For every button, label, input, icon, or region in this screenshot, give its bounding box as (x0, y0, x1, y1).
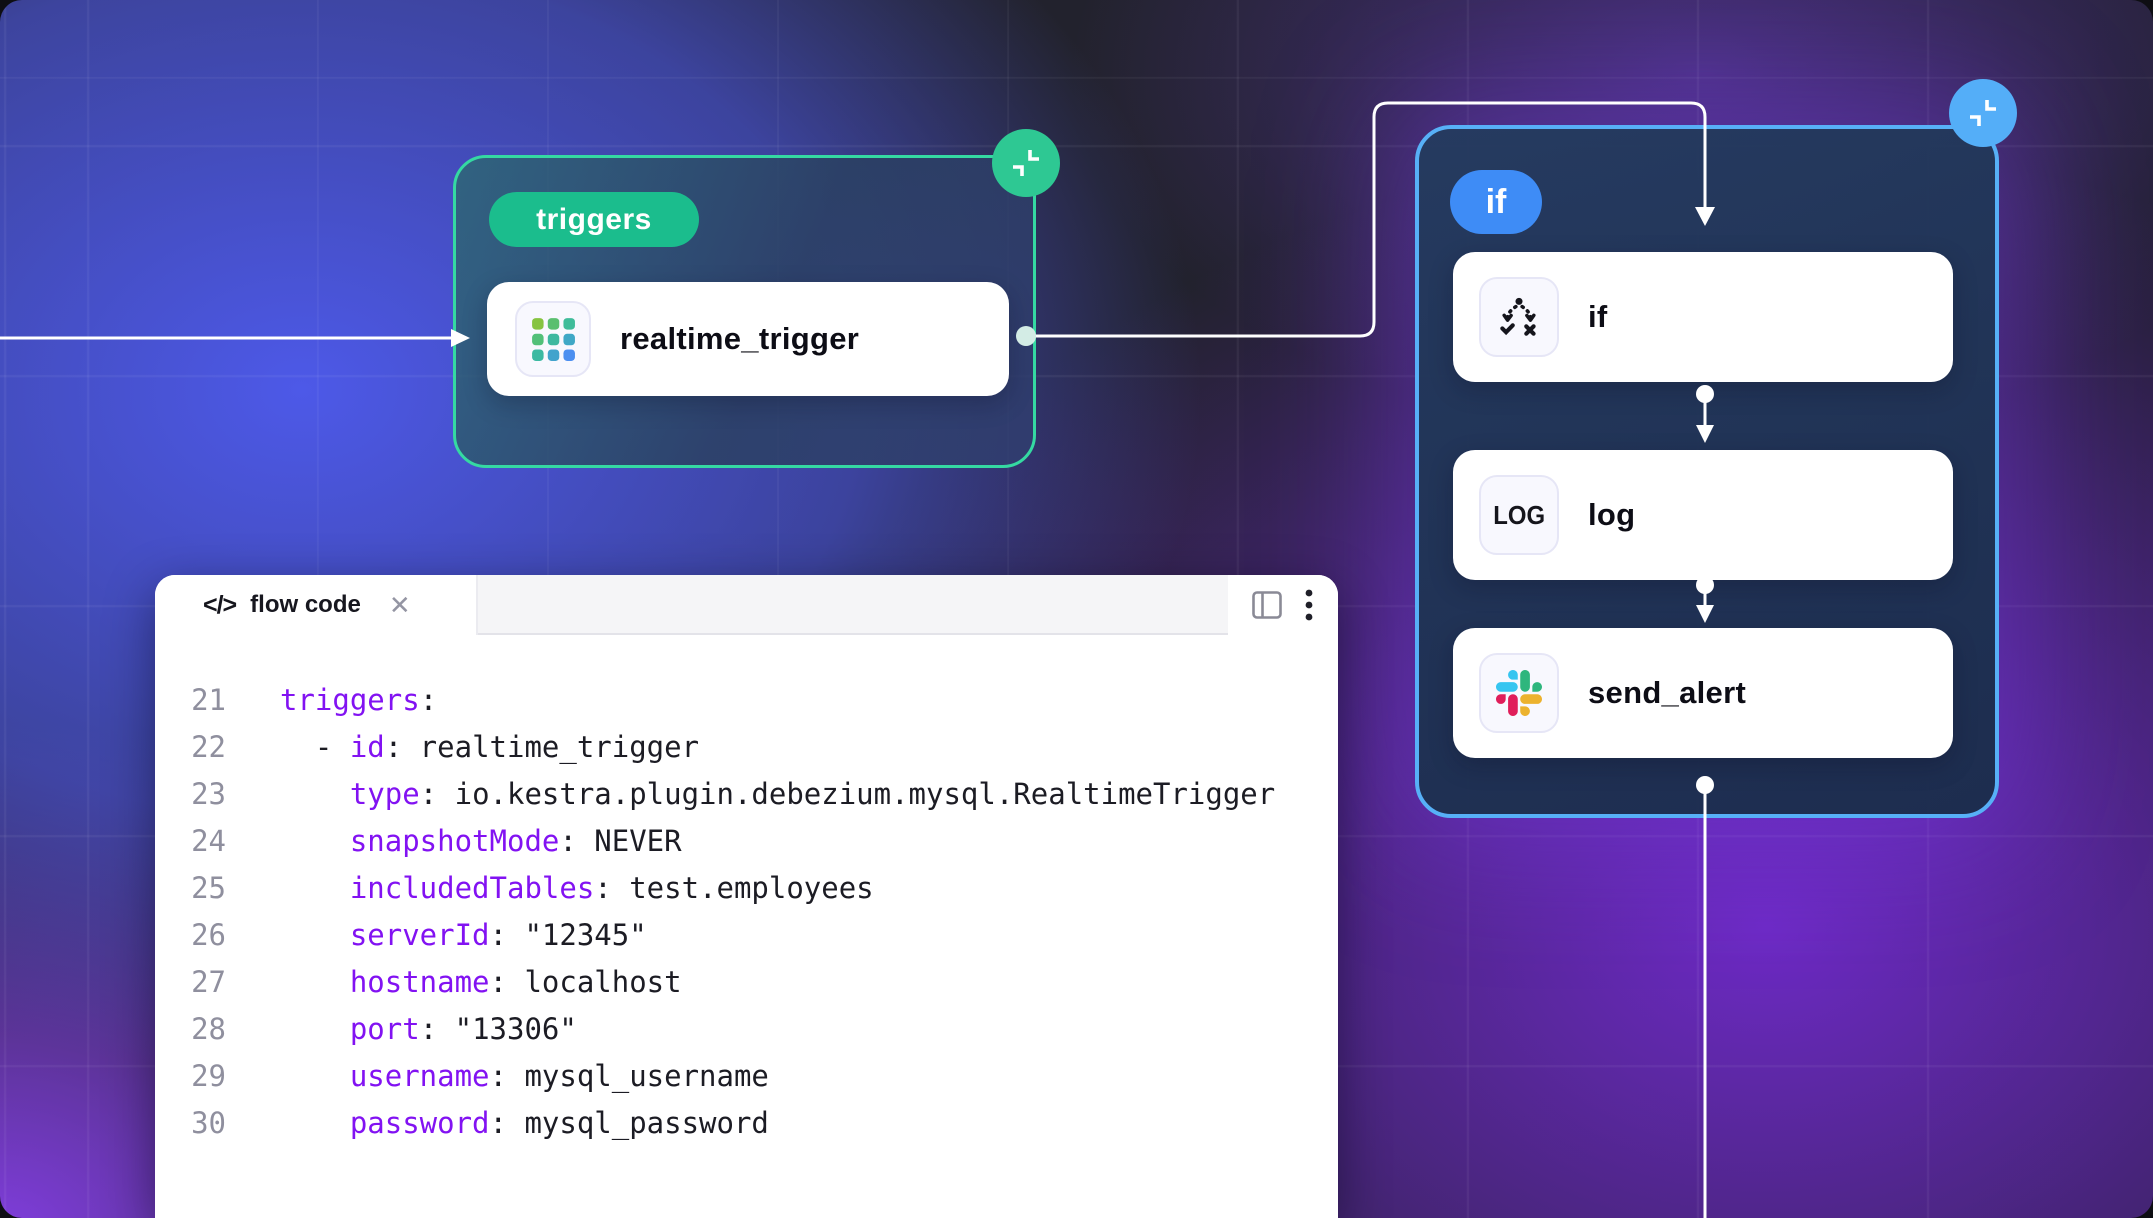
slack-icon (1479, 653, 1559, 733)
workflow-canvas: triggers realtime_trigger (0, 0, 2153, 1218)
code-line: 22 - id: realtime_trigger (155, 723, 1338, 770)
code-line: 24 snapshotMode: NEVER (155, 817, 1338, 864)
code-line: 29 username: mysql_username (155, 1052, 1338, 1099)
code-line: 26 serverId: "12345" (155, 911, 1338, 958)
code-line: 21triggers: (155, 676, 1338, 723)
if-branch-icon (1479, 277, 1559, 357)
kebab-menu-button[interactable] (1304, 588, 1314, 622)
code-line: 23 type: io.kestra.plugin.debezium.mysql… (155, 770, 1338, 817)
collapse-triggers-button[interactable] (992, 129, 1060, 197)
if-group-node[interactable]: if if LOG log (1415, 125, 1999, 818)
collapse-icon (1961, 91, 2005, 135)
collapse-if-button[interactable] (1949, 79, 2017, 147)
code-panel-header: </> flow code ✕ (155, 575, 1338, 635)
tab-title: flow code (250, 591, 361, 619)
code-icon: </> (203, 591, 236, 620)
debezium-icon (515, 301, 591, 377)
code-line: 30 password: mysql_password (155, 1099, 1338, 1146)
task-label: realtime_trigger (620, 321, 859, 357)
tab-flow-code[interactable]: </> flow code ✕ (155, 575, 478, 635)
code-editor[interactable]: 21triggers:22 - id: realtime_trigger23 t… (155, 635, 1338, 1216)
code-line: 27 hostname: localhost (155, 958, 1338, 1005)
task-card-if[interactable]: if (1453, 252, 1953, 382)
task-label: log (1588, 497, 1635, 533)
task-card-realtime-trigger[interactable]: realtime_trigger (487, 282, 1009, 396)
close-icon[interactable]: ✕ (389, 592, 411, 618)
code-lines: 21triggers:22 - id: realtime_trigger23 t… (155, 676, 1338, 1146)
flow-code-panel: </> flow code ✕ 21triggers:22 - id: real… (155, 575, 1338, 1218)
task-label: send_alert (1588, 675, 1746, 711)
collapse-icon (1004, 141, 1048, 185)
code-line: 28 port: "13306" (155, 1005, 1338, 1052)
task-label: if (1588, 299, 1608, 335)
triggers-group-node[interactable]: triggers realtime_trigger (453, 155, 1036, 468)
triggers-group-badge: triggers (489, 192, 699, 247)
if-group-badge: if (1450, 170, 1542, 234)
log-icon: LOG (1479, 475, 1559, 555)
code-line: 25 includedTables: test.employees (155, 864, 1338, 911)
task-card-send-alert[interactable]: send_alert (1453, 628, 1953, 758)
task-card-log[interactable]: LOG log (1453, 450, 1953, 580)
split-view-button[interactable] (1252, 591, 1282, 619)
